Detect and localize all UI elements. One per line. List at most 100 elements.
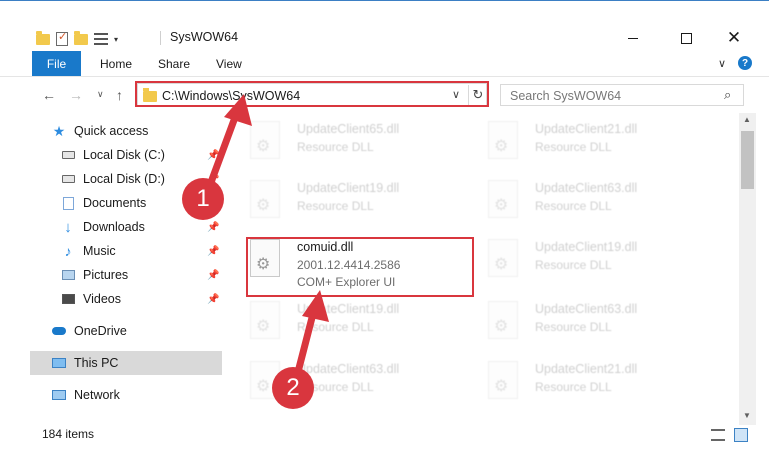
bottom-strip: [0, 446, 769, 466]
pictures-icon: [61, 268, 75, 282]
file-item[interactable]: UpdateClient19.dll Resource DLL: [240, 172, 470, 230]
dll-file-icon: [488, 301, 518, 339]
maximize-button[interactable]: [671, 29, 701, 47]
item-count: 184 items: [42, 427, 95, 441]
music-icon: ♪: [64, 243, 72, 259]
file-name: UpdateClient19.dll: [297, 302, 400, 316]
videos-icon: [61, 292, 75, 306]
file-item[interactable]: UpdateClient21.dll Resource DLL: [478, 113, 708, 171]
sidebar-item-label: Local Disk (C:): [83, 148, 165, 162]
up-button[interactable]: ↑: [116, 87, 123, 103]
tab-view[interactable]: View: [216, 57, 242, 71]
sidebar-item-label: This PC: [74, 356, 119, 370]
pin-icon: 📌: [207, 149, 220, 161]
search-box[interactable]: Search SysWOW64 ⌕: [500, 84, 744, 106]
file-item[interactable]: UpdateClient63.dll Resource DLL: [478, 172, 708, 230]
sidebar-item-label: Videos: [83, 292, 121, 306]
sidebar-item-pictures[interactable]: Pictures 📌: [30, 263, 222, 287]
file-description: Resource DLL: [535, 320, 612, 334]
dll-file-icon: [250, 301, 280, 339]
sidebar-item-label: OneDrive: [74, 324, 127, 338]
step-1-badge: 1: [182, 178, 224, 220]
pin-icon: 📌: [207, 269, 220, 281]
folder-icon: [143, 88, 157, 102]
sidebar-item-network[interactable]: Network: [30, 383, 222, 407]
search-icon: ⌕: [724, 87, 732, 102]
chevron-down-icon[interactable]: ▾: [114, 35, 118, 44]
file-description: Resource DLL: [535, 140, 612, 154]
vertical-scrollbar[interactable]: ▲ ▼: [739, 113, 756, 425]
sidebar-item-label: Pictures: [83, 268, 129, 282]
scroll-thumb[interactable]: [741, 131, 754, 189]
properties-icon[interactable]: [56, 30, 68, 46]
expand-ribbon-icon[interactable]: ∨: [718, 57, 726, 70]
tab-file[interactable]: File: [32, 51, 81, 76]
file-name: UpdateClient63.dll: [535, 181, 638, 195]
step-2-badge: 2: [272, 367, 314, 409]
sidebar-item-music[interactable]: ♪ Music 📌: [30, 239, 222, 263]
documents-icon: [61, 196, 75, 210]
recent-locations-icon[interactable]: ∨: [97, 89, 104, 100]
sidebar-item-downloads[interactable]: ↓ Downloads 📌: [30, 215, 222, 239]
details-view-icon[interactable]: [711, 429, 725, 441]
back-button[interactable]: ←: [42, 87, 56, 103]
dll-file-icon: [488, 361, 518, 399]
dll-file-icon: [488, 239, 518, 277]
tab-home[interactable]: Home: [100, 57, 132, 71]
file-description: COM+ Explorer UI: [297, 275, 396, 289]
folder-icon[interactable]: [36, 30, 50, 45]
file-list: UpdateClient65.dll Resource DLL UpdateCl…: [240, 113, 737, 413]
title-separator: [160, 31, 161, 45]
minimize-button[interactable]: [618, 29, 648, 47]
close-button[interactable]: ✕: [719, 28, 749, 47]
title-bar: ▾ SysWOW64 ✕: [0, 0, 769, 50]
file-item[interactable]: UpdateClient63.dll Resource DLL: [478, 293, 708, 351]
sidebar-item-this-pc[interactable]: This PC: [30, 351, 222, 375]
file-name: UpdateClient19.dll: [535, 240, 638, 254]
help-icon[interactable]: ?: [738, 56, 752, 70]
sidebar-item-quick-access[interactable]: ★ Quick access: [30, 119, 222, 143]
file-item-comuid[interactable]: comuid.dll 2001.12.4414.2586 COM+ Explor…: [240, 231, 470, 289]
file-name: UpdateClient65.dll: [297, 122, 400, 136]
file-description: Resource DLL: [535, 258, 612, 272]
tiles-view-icon[interactable]: [734, 428, 748, 442]
address-bar[interactable]: C:\Windows\SysWOW64 ∨ ↻: [137, 83, 487, 107]
download-icon: ↓: [64, 218, 72, 236]
scroll-down-icon[interactable]: ▼: [743, 411, 751, 420]
file-item[interactable]: UpdateClient21.dll Resource DLL: [478, 353, 708, 411]
window-title: SysWOW64: [170, 30, 239, 44]
file-description: Resource DLL: [297, 320, 374, 334]
dll-file-icon: [250, 180, 280, 218]
scroll-up-icon[interactable]: ▲: [743, 115, 751, 124]
sidebar-item-local-disk-c[interactable]: Local Disk (C:) 📌: [30, 143, 222, 167]
drive-icon: [61, 172, 75, 186]
sidebar-item-label: Documents: [83, 196, 147, 210]
sidebar-item-label: Quick access: [74, 124, 149, 138]
file-item[interactable]: UpdateClient19.dll Resource DLL: [478, 231, 708, 289]
new-folder-icon[interactable]: [74, 30, 88, 45]
file-name: comuid.dll: [297, 240, 354, 254]
dll-file-icon: [250, 239, 280, 277]
sidebar-item-label: Network: [74, 388, 120, 402]
dll-file-icon: [488, 180, 518, 218]
computer-icon: [52, 356, 66, 370]
sidebar-item-onedrive[interactable]: OneDrive: [30, 319, 222, 343]
address-path[interactable]: C:\Windows\SysWOW64: [162, 89, 300, 103]
forward-button[interactable]: →: [69, 87, 83, 103]
sidebar-item-label: Music: [83, 244, 116, 258]
sidebar-item-videos[interactable]: Videos 📌: [30, 287, 222, 311]
file-item[interactable]: UpdateClient65.dll Resource DLL: [240, 113, 470, 171]
file-name: UpdateClient19.dll: [297, 181, 400, 195]
sidebar-item-label: Local Disk (D:): [83, 172, 165, 186]
tab-share[interactable]: Share: [158, 57, 190, 71]
file-item[interactable]: UpdateClient19.dll Resource DLL: [240, 293, 470, 351]
ribbon-tabs: File Home Share View ∨ ?: [0, 50, 769, 77]
address-dropdown-icon[interactable]: ∨: [452, 88, 460, 101]
refresh-icon[interactable]: ↻: [468, 85, 487, 105]
search-input[interactable]: Search SysWOW64: [510, 89, 621, 103]
pin-icon: 📌: [207, 293, 220, 305]
file-version: 2001.12.4414.2586: [297, 258, 401, 272]
file-description: Resource DLL: [535, 380, 612, 394]
customize-icon[interactable]: [94, 33, 108, 45]
file-name: UpdateClient63.dll: [297, 362, 400, 376]
